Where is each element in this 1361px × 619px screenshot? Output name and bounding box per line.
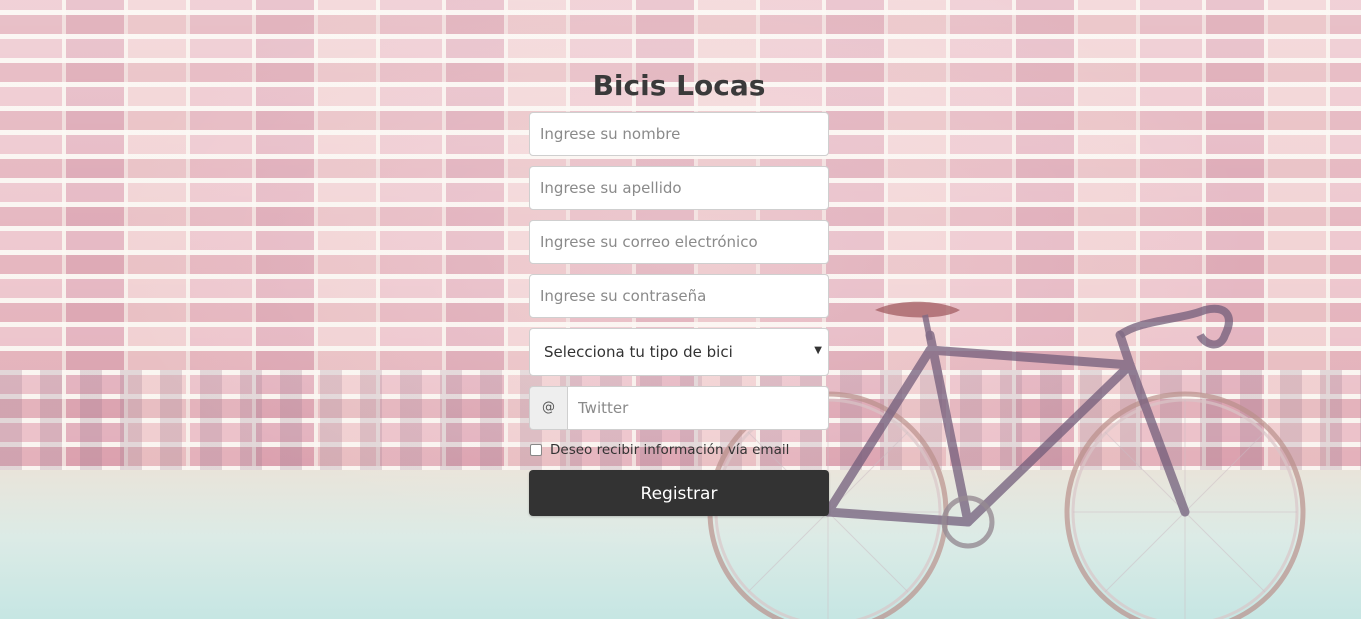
newsletter-label[interactable]: Deseo recibir información vía email: [550, 442, 789, 458]
newsletter-checkbox[interactable]: [530, 444, 542, 456]
at-sign-addon: @: [529, 386, 567, 430]
nombre-input[interactable]: [529, 112, 829, 156]
register-button[interactable]: Registrar: [529, 470, 829, 516]
apellido-input[interactable]: [529, 166, 829, 210]
registration-form: Bicis Locas Selecciona tu tipo de bici ▼…: [529, 66, 829, 516]
bike-type-select[interactable]: Selecciona tu tipo de bici ▼: [529, 328, 829, 376]
page-title: Bicis Locas: [592, 69, 766, 102]
newsletter-option[interactable]: Deseo recibir información vía email: [529, 440, 829, 460]
chevron-down-icon: ▼: [814, 345, 822, 356]
email-input[interactable]: [529, 220, 829, 264]
twitter-input-group: @: [529, 386, 829, 430]
password-input[interactable]: [529, 274, 829, 318]
bike-type-selected-value[interactable]: Selecciona tu tipo de bici: [529, 328, 829, 376]
twitter-input[interactable]: [567, 386, 829, 430]
